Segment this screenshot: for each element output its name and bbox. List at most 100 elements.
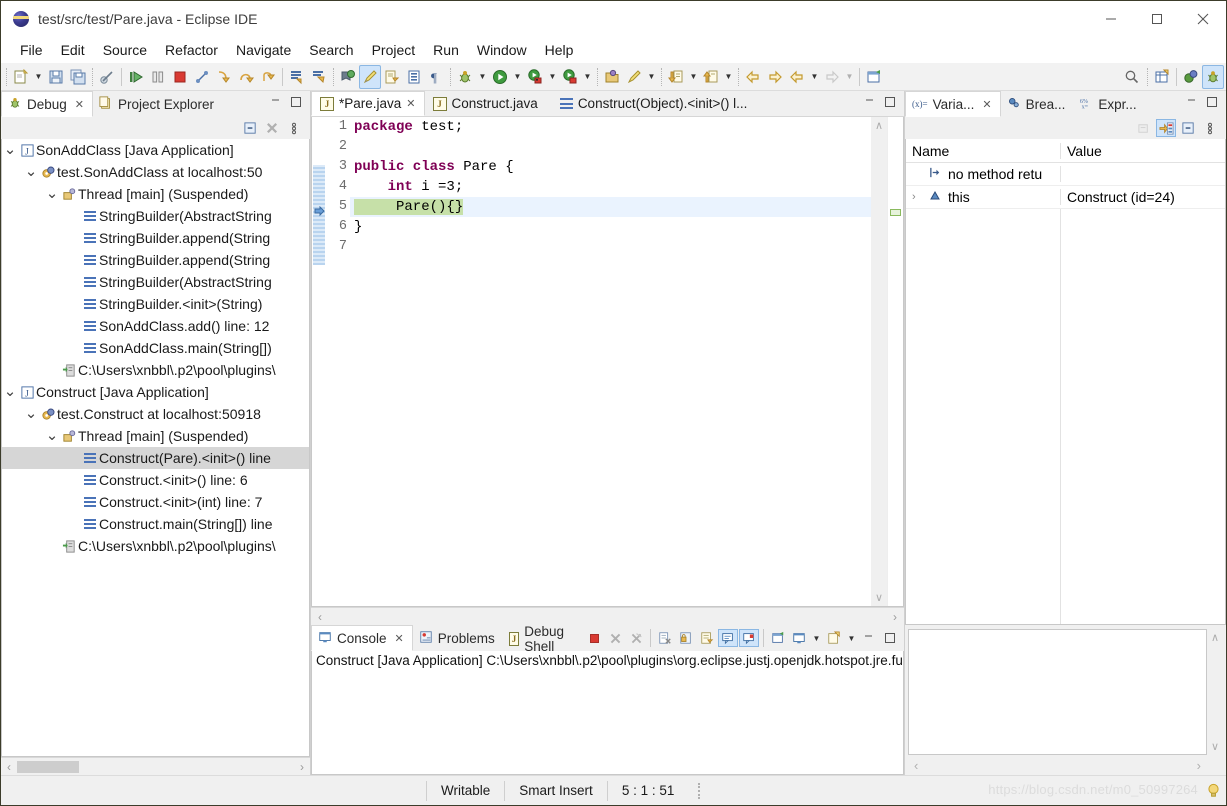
save-icon[interactable] <box>45 65 67 89</box>
scroll-left-icon[interactable]: ‹ <box>1 760 17 774</box>
debug-tree-node[interactable]: Construct.<init>(int) line: 7 <box>2 491 309 513</box>
back-history-dropdown-icon[interactable]: ▼ <box>808 65 821 89</box>
clear-console-icon[interactable] <box>655 629 675 647</box>
word-wrap-icon[interactable] <box>697 629 717 647</box>
forward-history-dropdown-icon[interactable]: ▼ <box>843 65 856 89</box>
debug-tree-node[interactable]: ⌄ J Construct [Java Application] <box>2 381 309 403</box>
terminate-icon[interactable] <box>584 629 604 647</box>
terminate-icon[interactable] <box>169 65 191 89</box>
maximize-icon[interactable] <box>290 95 302 113</box>
debug-tree-node[interactable]: ⌄ J SonAddClass [Java Application] <box>2 139 309 161</box>
chevron-down-icon[interactable]: ⌄ <box>2 384 18 399</box>
debug-dropdown-icon[interactable]: ▼ <box>476 65 489 89</box>
pin-editor-icon[interactable] <box>863 65 885 89</box>
debug-tree-node[interactable]: StringBuilder.append(String <box>2 249 309 271</box>
show-logical-structure-icon[interactable] <box>1156 119 1176 137</box>
java-perspective-icon[interactable] <box>1180 65 1202 89</box>
display-selected-console-dropdown-icon[interactable]: ▼ <box>810 626 823 650</box>
debug-tree-node[interactable]: StringBuilder(AbstractString <box>2 271 309 293</box>
debug-tree-node[interactable]: ⌄ Thread [main] (Suspended) <box>2 425 309 447</box>
chevron-down-icon[interactable]: ⌄ <box>2 142 18 157</box>
debug-tree-node[interactable]: Construct(Pare).<init>() line <box>2 447 309 469</box>
external-tools-icon[interactable] <box>559 65 581 89</box>
scroll-right-icon[interactable]: › <box>294 760 310 774</box>
remove-all-terminated-icon[interactable] <box>262 119 282 137</box>
step-over-icon[interactable] <box>235 65 257 89</box>
new-java-package-icon[interactable] <box>601 65 623 89</box>
close-icon[interactable]: ✕ <box>395 632 404 645</box>
tab-console[interactable]: Console ✕ <box>311 625 413 651</box>
code-line[interactable] <box>350 137 871 157</box>
pin-console-icon[interactable] <box>768 629 788 647</box>
open-console-dropdown-icon[interactable]: ▼ <box>845 626 858 650</box>
skip-all-breakpoints-icon[interactable] <box>96 65 118 89</box>
tab-breakpoints[interactable]: Brea... <box>1001 91 1074 117</box>
collapse-all-variables-icon[interactable] <box>1134 119 1154 137</box>
debug-tree-node[interactable]: C:\Users\xnbbl\.p2\pool\plugins\ <box>2 535 309 557</box>
new-wizard-dropdown-icon[interactable]: ▼ <box>32 65 45 89</box>
previous-annotation-icon[interactable] <box>308 65 330 89</box>
debug-tree-node[interactable]: ⌄ Thread [main] (Suspended) <box>2 183 309 205</box>
run-coverage-dropdown-icon[interactable]: ▼ <box>546 65 559 89</box>
previous-edit-location-icon[interactable] <box>665 65 687 89</box>
search-icon[interactable] <box>1120 65 1144 89</box>
minimize-icon[interactable] <box>1186 95 1198 113</box>
code-line[interactable] <box>350 237 871 257</box>
menu-refactor[interactable]: Refactor <box>156 40 227 60</box>
tab-pare-java[interactable]: J *Pare.java ✕ <box>311 91 425 116</box>
scroll-down-icon[interactable]: ∨ <box>1211 740 1219 753</box>
debug-tree-node[interactable]: SonAddClass.add() line: 12 <box>2 315 309 337</box>
step-return-icon[interactable] <box>257 65 279 89</box>
remove-launch-icon[interactable] <box>605 629 625 647</box>
scroll-up-icon[interactable]: ∧ <box>1211 631 1219 644</box>
column-header-name[interactable]: Name <box>906 142 1061 159</box>
scroll-thumb[interactable] <box>17 760 79 773</box>
suspend-icon[interactable] <box>147 65 169 89</box>
maximize-icon[interactable] <box>880 629 900 647</box>
show-whitespace-icon[interactable]: ¶ <box>425 65 447 89</box>
tab-debug-shell[interactable]: J Debug Shell <box>503 624 584 654</box>
menu-edit[interactable]: Edit <box>52 40 94 60</box>
close-icon[interactable]: ✕ <box>75 98 84 111</box>
maximize-icon[interactable] <box>1206 95 1218 113</box>
menu-run[interactable]: Run <box>424 40 468 60</box>
debug-stack-tree[interactable]: ⌄ J SonAddClass [Java Application] ⌄ test.So… <box>1 139 310 757</box>
console-output[interactable]: Construct [Java Application] C:\Users\xn… <box>311 651 904 775</box>
debug-tree-node[interactable]: ⌄ test.SonAddClass at localhost:50 <box>2 161 309 183</box>
scroll-lock-icon[interactable] <box>676 629 696 647</box>
quick-fix-bulb-icon[interactable] <box>1207 783 1220 798</box>
debug-tree-node[interactable]: StringBuilder(AbstractString <box>2 205 309 227</box>
debug-tree-node[interactable]: StringBuilder.append(String <box>2 227 309 249</box>
debug-tree-node[interactable]: Construct.<init>() line: 6 <box>2 469 309 491</box>
chevron-down-icon[interactable]: ⌄ <box>23 164 39 179</box>
resume-icon[interactable] <box>125 65 147 89</box>
editor-hscrollbar[interactable]: ‹ › <box>311 607 904 625</box>
next-edit-location-icon[interactable] <box>700 65 722 89</box>
collapse-all-icon[interactable] <box>240 119 260 137</box>
minimize-icon[interactable] <box>864 95 876 113</box>
scroll-right-icon[interactable]: › <box>1197 758 1223 773</box>
remove-all-terminated-launches-icon[interactable] <box>626 629 646 647</box>
chevron-down-icon[interactable]: ⌄ <box>44 428 60 443</box>
scroll-down-icon[interactable]: ∨ <box>875 591 883 604</box>
debug-tree-node[interactable]: ⌄ test.Construct at localhost:50918 <box>2 403 309 425</box>
menu-help[interactable]: Help <box>536 40 583 60</box>
debug-perspective-icon[interactable] <box>1202 64 1224 89</box>
menu-search[interactable]: Search <box>300 40 362 60</box>
editor-code-area[interactable]: package test; public class Pare { int i =… <box>350 117 871 606</box>
menu-file[interactable]: File <box>11 40 52 60</box>
debug-tree-hscrollbar[interactable]: ‹ › <box>1 757 310 775</box>
minimize-button[interactable] <box>1088 1 1134 37</box>
maximize-button[interactable] <box>1134 1 1180 37</box>
step-into-icon[interactable] <box>213 65 235 89</box>
debug-tree-node[interactable]: SonAddClass.main(String[]) <box>2 337 309 359</box>
debug-tree-node[interactable]: Construct.main(String[]) line <box>2 513 309 535</box>
editor-vscrollbar[interactable]: ∧ ∨ <box>871 117 887 606</box>
run-icon[interactable] <box>489 65 511 89</box>
variable-detail-text[interactable] <box>908 629 1207 755</box>
code-line[interactable]: int i =3; <box>350 177 871 197</box>
close-button[interactable] <box>1180 1 1226 37</box>
detail-hscrollbar[interactable]: ‹ › <box>908 755 1223 775</box>
show-console-on-error-icon[interactable] <box>739 629 759 647</box>
show-console-on-output-icon[interactable] <box>718 629 738 647</box>
